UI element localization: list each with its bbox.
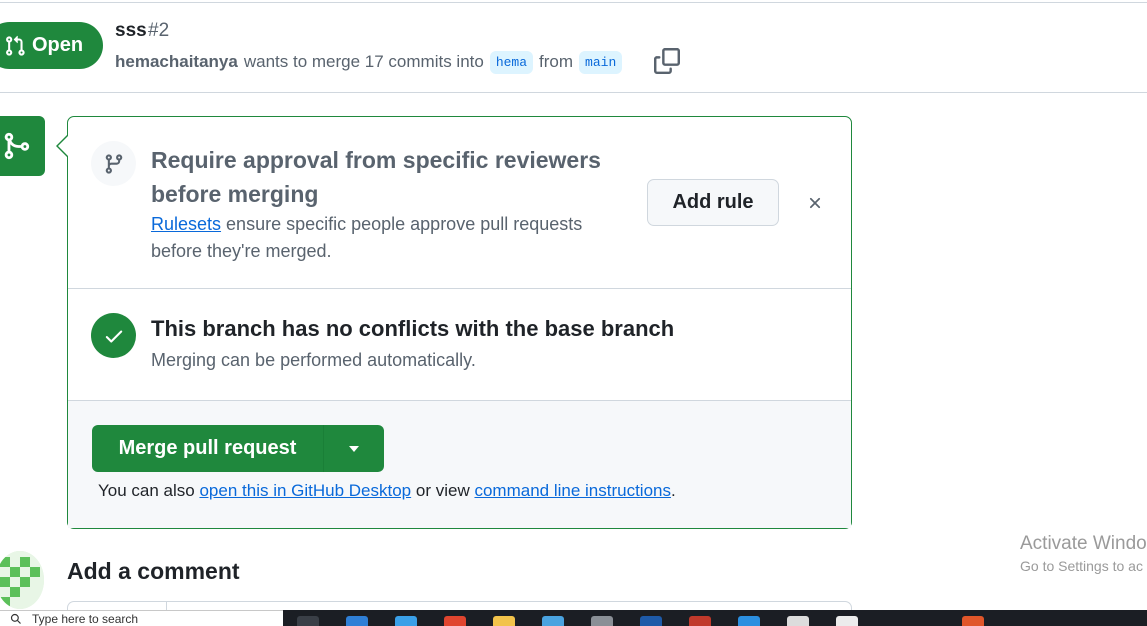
command-line-link[interactable]: command line instructions: [474, 481, 671, 500]
merge-alt-prefix: You can also: [98, 481, 195, 500]
pr-state-label: Open: [32, 34, 84, 56]
search-icon: [10, 613, 21, 624]
conflict-status-title: This branch has no conflicts with the ba…: [151, 316, 675, 341]
file-explorer-icon[interactable]: [493, 616, 515, 626]
base-branch-chip[interactable]: hema: [489, 50, 534, 74]
merge-alt-middle: or view: [415, 481, 470, 500]
header-divider: [0, 92, 1147, 93]
conflict-status-subtitle: Merging can be performed automatically.: [151, 350, 476, 370]
pr-number: #2: [148, 20, 170, 41]
taskbar-search[interactable]: Type here to search: [0, 610, 283, 626]
avatar[interactable]: [0, 551, 44, 609]
pr-title: sss: [115, 20, 147, 41]
task-view-icon[interactable]: [297, 616, 319, 626]
app-icon-2[interactable]: [640, 616, 662, 626]
app-icon-4[interactable]: [836, 616, 858, 626]
notepad-icon[interactable]: [787, 616, 809, 626]
git-branch-icon: [105, 153, 122, 174]
weather-icon: [962, 616, 984, 626]
rulesets-link[interactable]: Rulesets: [151, 214, 221, 234]
app-icon-3[interactable]: [689, 616, 711, 626]
app-icon[interactable]: [591, 616, 613, 626]
ruleset-title: Require approval from specific reviewers…: [151, 147, 601, 207]
ruleset-description: Rulesets ensure specific people approve …: [151, 211, 631, 265]
timeline-merge-badge: [0, 116, 45, 176]
edge-icon[interactable]: [346, 616, 368, 626]
merge-method-dropdown[interactable]: [323, 425, 384, 472]
windows-activation-title: Activate Windo: [1020, 533, 1147, 554]
check-icon: [105, 330, 122, 343]
browser-icon[interactable]: [395, 616, 417, 626]
close-icon: [809, 197, 821, 209]
git-pull-request-icon: [6, 35, 25, 56]
store-icon[interactable]: [542, 616, 564, 626]
vscode-icon[interactable]: [738, 616, 760, 626]
taskbar-search-placeholder: Type here to search: [32, 611, 139, 626]
pr-state-badge: Open: [0, 22, 103, 69]
add-rule-button[interactable]: Add rule: [647, 179, 779, 226]
triangle-down-icon: [349, 445, 359, 452]
dismiss-button[interactable]: [803, 191, 827, 215]
github-desktop-link[interactable]: open this in GitHub Desktop: [199, 481, 411, 500]
card-divider: [68, 288, 851, 289]
pr-meta: hemachaitanya wants to merge 17 commits …: [115, 49, 623, 75]
head-branch-chip[interactable]: main: [579, 50, 623, 74]
success-status-circle: [91, 313, 136, 358]
copy-icon[interactable]: [654, 48, 680, 74]
top-divider: [0, 2, 1147, 3]
git-merge-icon: [4, 132, 30, 160]
windows-activation-subtitle: Go to Settings to ac: [1020, 558, 1143, 574]
pr-from-text: from: [539, 52, 574, 71]
add-comment-heading: Add a comment: [67, 558, 240, 584]
chrome-icon[interactable]: [444, 616, 466, 626]
card-pointer-fill: [58, 136, 68, 156]
pr-merge-text: wants to merge 17 commits into: [243, 52, 484, 71]
merge-pull-request-button[interactable]: Merge pull request: [92, 425, 323, 472]
pr-author-link[interactable]: hemachaitanya: [115, 52, 238, 72]
ruleset-icon-circle: [91, 141, 136, 186]
merge-alternatives: You can also open this in GitHub Desktop…: [98, 481, 676, 501]
merge-alt-suffix: .: [671, 481, 676, 500]
